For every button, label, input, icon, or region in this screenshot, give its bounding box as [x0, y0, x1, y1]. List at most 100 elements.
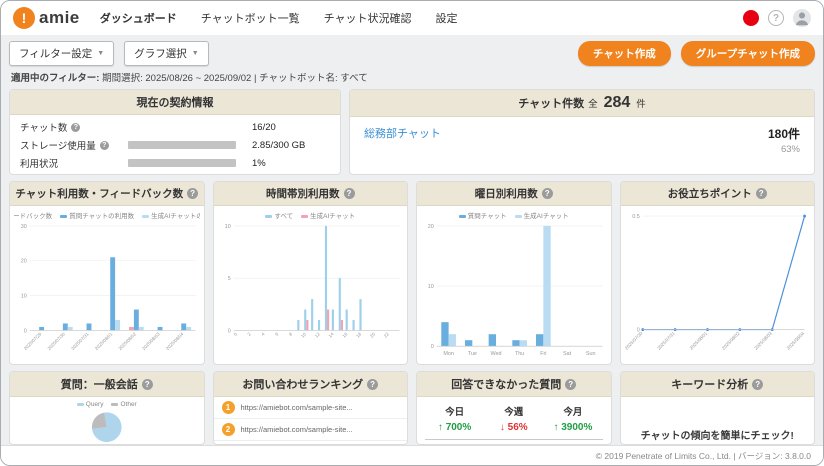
- nav-item-settings[interactable]: 設定: [436, 10, 458, 26]
- unanswered-questions-header: 回答できなかった質問: [417, 372, 611, 397]
- legend-item: フィードバック数: [14, 210, 52, 220]
- charts-row: チャット利用数・フィードバック数 フィードバック数質問チャットの利用数 生成AIチ…: [1, 181, 823, 365]
- contract-row-chats: チャット数 16/20: [20, 120, 330, 134]
- legend-item: すべて: [265, 210, 293, 220]
- user-avatar[interactable]: [793, 9, 811, 27]
- main-nav: ダッシュボード チャットボット一覧 チャット状況確認 設定: [100, 10, 458, 26]
- contract-row-label: ストレージ使用量: [20, 138, 128, 152]
- copyright-text: © 2019 Penetrate of Limits Co., Ltd. | バ…: [596, 450, 811, 462]
- help-icon[interactable]: [565, 379, 576, 390]
- unanswered-col-week: 今週 56%: [484, 404, 543, 433]
- help-icon[interactable]: [344, 188, 355, 199]
- contract-info-body: チャット数 16/20 ストレージ使用量 2.85/300 GB: [10, 115, 340, 175]
- svg-text:10: 10: [428, 284, 434, 290]
- contract-row-storage: ストレージ使用量 2.85/300 GB: [20, 138, 330, 152]
- svg-text:8: 8: [287, 331, 293, 337]
- svg-text:30: 30: [21, 224, 27, 230]
- help-icon[interactable]: [142, 379, 153, 390]
- filter-settings-button[interactable]: フィルター設定: [9, 41, 114, 66]
- applied-filter-value: 期間選択: 2025/08/26 ~ 2025/09/02 | チャットボット名…: [102, 73, 368, 84]
- legend-item: 質問チャットの利用数: [60, 210, 134, 220]
- svg-text:10: 10: [224, 224, 230, 230]
- graph-select-button[interactable]: グラフ選択: [124, 41, 208, 66]
- chat-count-total-suffix: 件: [636, 96, 646, 110]
- weekday-usage-header: 曜日別利用数: [417, 182, 611, 206]
- applied-filter-label: 適用中のフィルター:: [11, 73, 99, 84]
- hourly-usage-bar-chart: 05100246810121416182022: [218, 220, 404, 362]
- help-icon[interactable]: [768, 10, 784, 26]
- hourly-usage-title: 時間帯別利用数: [266, 186, 340, 201]
- svg-text:Fri: Fri: [540, 351, 546, 357]
- trend-up-value: 700%: [425, 422, 484, 433]
- red-indicator-icon[interactable]: [743, 10, 759, 26]
- ranking-list-item[interactable]: 1 https://amiebot.com/sample-site...: [214, 397, 408, 419]
- toolbar: フィルター設定 グラフ選択 チャット作成 グループチャット作成: [1, 35, 823, 69]
- ranking-list-item[interactable]: 2 https://amiebot.com/sample-site...: [214, 419, 408, 441]
- helpful-points-title: お役立ちポイント: [668, 186, 752, 201]
- chat-count-title: チャット件数: [518, 95, 584, 111]
- svg-text:18: 18: [355, 331, 362, 338]
- helpful-points-card: お役立ちポイント 00.52025/07/302025/07/312025/08…: [620, 181, 816, 365]
- contract-info-card: 現在の契約情報 チャット数 16/20 ストレージ使用量: [9, 89, 341, 175]
- svg-text:0: 0: [227, 328, 230, 334]
- nav-item-dashboard[interactable]: ダッシュボード: [100, 10, 177, 26]
- storage-progress-bar: [128, 141, 236, 149]
- help-icon[interactable]: [756, 188, 767, 199]
- helpful-points-body: 00.52025/07/302025/07/312025/08/012025/0…: [621, 206, 815, 364]
- svg-text:16: 16: [341, 331, 348, 338]
- legend-item: 生成AIチャット: [301, 210, 355, 220]
- svg-text:2025/08/03: 2025/08/03: [141, 331, 161, 351]
- weekday-usage-body: 質問チャット生成AIチャット 01020MonTueWedThuFriSatSu…: [417, 206, 611, 364]
- inquiry-ranking-title: お問い合わせランキング: [242, 376, 363, 392]
- contract-row-value: 1%: [252, 158, 266, 169]
- helpful-points-header: お役立ちポイント: [621, 182, 815, 206]
- amie-logo[interactable]: ! amie: [13, 7, 80, 29]
- svg-text:2025/08/02: 2025/08/02: [721, 330, 741, 350]
- svg-text:2025/08/02: 2025/08/02: [118, 331, 138, 351]
- svg-text:0: 0: [24, 328, 27, 334]
- contract-info-title: 現在の契約情報: [137, 94, 214, 110]
- legend-item: 質問チャット: [459, 210, 507, 220]
- create-chat-button[interactable]: チャット作成: [578, 41, 671, 66]
- chart-legend: 質問チャット生成AIチャット: [421, 208, 607, 220]
- usage-feedback-body: フィードバック数質問チャットの利用数生成AIチャットの利用数 010203020…: [10, 206, 204, 364]
- inquiry-ranking-card: お問い合わせランキング 1 https://amiebot.com/sample…: [213, 371, 409, 445]
- svg-text:2: 2: [246, 331, 252, 337]
- contract-row-value: 16/20: [252, 122, 276, 133]
- contract-info-header: 現在の契約情報: [10, 90, 340, 115]
- usage-feedback-header: チャット利用数・フィードバック数: [10, 182, 204, 206]
- create-group-chat-button[interactable]: グループチャット作成: [681, 41, 815, 66]
- svg-text:2025/07/31: 2025/07/31: [656, 330, 676, 350]
- department-chat-percent: 63%: [768, 144, 800, 155]
- chat-count-body: 総務部チャット 180件 63%: [350, 117, 814, 163]
- general-conversation-body: QueryOther: [10, 397, 204, 444]
- chat-count-total: 284: [604, 94, 631, 112]
- weekday-usage-title: 曜日別利用数: [475, 186, 538, 201]
- top-navigation-bar: ! amie ダッシュボード チャットボット一覧 チャット状況確認 設定: [1, 1, 823, 35]
- chevron-down-icon: [97, 50, 104, 57]
- svg-text:Sat: Sat: [563, 351, 572, 357]
- department-chat-link[interactable]: 総務部チャット: [364, 125, 441, 141]
- general-conversation-header: 質問：一般会話: [10, 372, 204, 397]
- nav-item-chat-status[interactable]: チャット状況確認: [324, 10, 412, 26]
- keyword-teaser-text: チャットの傾向を簡単にチェック!: [621, 427, 815, 442]
- rank-number-badge: 2: [222, 423, 235, 436]
- usage-progress-bar: [128, 159, 236, 167]
- help-icon[interactable]: [100, 141, 109, 150]
- help-icon[interactable]: [542, 188, 553, 199]
- help-icon[interactable]: [71, 123, 80, 132]
- weekday-usage-card: 曜日別利用数 質問チャット生成AIチャット 01020MonTueWedThuF…: [416, 181, 612, 365]
- contract-row-label: 利用状況: [20, 156, 128, 170]
- applied-filter-bar: 適用中のフィルター: 期間選択: 2025/08/26 ~ 2025/09/02…: [1, 69, 823, 89]
- svg-text:Thu: Thu: [515, 351, 524, 357]
- help-icon[interactable]: [752, 379, 763, 390]
- nav-item-chatbot-list[interactable]: チャットボット一覧: [201, 10, 300, 26]
- help-icon[interactable]: [367, 379, 378, 390]
- svg-text:20: 20: [428, 224, 434, 230]
- general-conversation-card: 質問：一般会話 QueryOther: [9, 371, 205, 445]
- chevron-down-icon: [192, 50, 199, 57]
- contract-row-label: チャット数: [20, 120, 128, 134]
- svg-text:0: 0: [431, 344, 434, 350]
- help-icon[interactable]: [187, 188, 198, 199]
- svg-text:12: 12: [313, 331, 320, 338]
